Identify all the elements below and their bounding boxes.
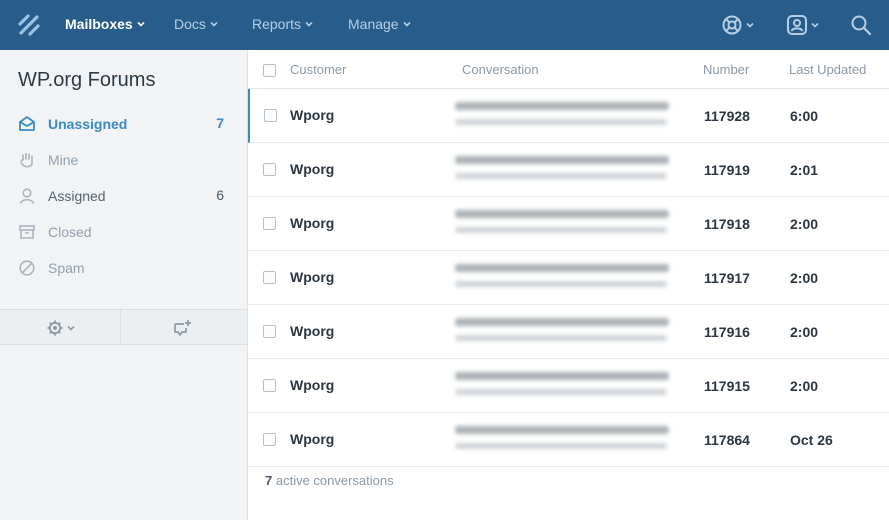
active-count-label: active conversations: [272, 473, 394, 488]
table-row[interactable]: Wporg 117915 2:00: [248, 359, 889, 413]
sidebar: WP.org Forums Unassigned 7 Mine Assigned…: [0, 50, 248, 520]
logo-icon[interactable]: [17, 13, 41, 37]
last-updated: Oct 26: [790, 432, 833, 448]
row-checkbox[interactable]: [263, 163, 276, 176]
nav-docs-label: Docs: [174, 16, 206, 32]
table-row[interactable]: Wporg 117919 2:01: [248, 143, 889, 197]
hand-icon: [20, 152, 33, 168]
column-header-number[interactable]: Number: [703, 62, 749, 77]
nav-manage[interactable]: Manage: [348, 16, 411, 32]
conversation-preview[interactable]: [455, 424, 671, 454]
conversation-number: 117918: [704, 216, 750, 232]
conversation-number: 117917: [704, 270, 750, 286]
mailbox-settings-button[interactable]: [46, 318, 75, 338]
sidebar-item-count: 7: [216, 115, 224, 131]
table-row[interactable]: Wporg 117918 2:00: [248, 197, 889, 251]
last-updated: 2:00: [790, 378, 819, 394]
new-conversation-icon: [174, 320, 191, 336]
chevron-down-icon: [67, 325, 75, 331]
sidebar-item-label: Assigned: [48, 188, 106, 204]
sidebar-item-unassigned[interactable]: Unassigned 7: [0, 109, 247, 139]
conversation-number: 117916: [704, 324, 750, 340]
sidebar-item-label: Unassigned: [48, 116, 128, 132]
chevron-down-icon: [210, 21, 218, 27]
nav-manage-label: Manage: [348, 16, 399, 32]
sidebar-item-label: Spam: [48, 260, 85, 276]
help-lifebuoy-icon: [722, 15, 742, 35]
gear-icon: [47, 320, 63, 336]
conversation-preview[interactable]: [455, 316, 671, 346]
sidebar-item-closed[interactable]: Closed: [0, 217, 247, 247]
last-updated: 6:00: [790, 108, 819, 124]
table-row[interactable]: Wporg 117917 2:00: [248, 251, 889, 305]
row-checkbox[interactable]: [263, 433, 276, 446]
table-row[interactable]: Wporg 117864 Oct 26: [248, 413, 889, 467]
sidebar-item-assigned[interactable]: Assigned 6: [0, 181, 247, 211]
customer-name: Wporg: [290, 269, 335, 285]
customer-name: Wporg: [290, 107, 335, 123]
chevron-down-icon: [746, 22, 754, 28]
conversation-number: 117928: [704, 108, 750, 124]
user-profile-icon: [787, 15, 807, 35]
nav-reports[interactable]: Reports: [252, 16, 313, 32]
sidebar-item-label: Mine: [48, 152, 79, 168]
profile-menu-button[interactable]: [786, 12, 819, 38]
customer-name: Wporg: [290, 323, 335, 339]
column-header-last-updated[interactable]: Last Updated: [789, 62, 866, 77]
active-conversations-summary: 7 active conversations: [265, 473, 394, 488]
last-updated: 2:01: [790, 162, 819, 178]
mailbox-title: WP.org Forums: [18, 69, 156, 91]
spam-icon: [19, 260, 35, 276]
customer-name: Wporg: [290, 377, 335, 393]
chevron-down-icon: [137, 21, 145, 27]
last-updated: 2:00: [790, 270, 819, 286]
sidebar-item-spam[interactable]: Spam: [0, 253, 247, 283]
customer-name: Wporg: [290, 161, 335, 177]
last-updated: 2:00: [790, 324, 819, 340]
chevron-down-icon: [811, 22, 819, 28]
row-checkbox[interactable]: [263, 217, 276, 230]
table-row[interactable]: Wporg 117916 2:00: [248, 305, 889, 359]
column-header-customer[interactable]: Customer: [290, 62, 346, 77]
conversation-preview[interactable]: [455, 100, 671, 130]
sidebar-footer: [0, 309, 247, 345]
new-conversation-button[interactable]: [172, 318, 192, 338]
chevron-down-icon: [305, 21, 313, 27]
conversation-number: 117864: [704, 432, 750, 448]
conversation-number: 117919: [704, 162, 750, 178]
table-row[interactable]: Wporg 117928 6:00: [248, 89, 889, 143]
select-all-checkbox[interactable]: [263, 64, 276, 77]
customer-name: Wporg: [290, 215, 335, 231]
row-checkbox[interactable]: [264, 109, 277, 122]
search-button[interactable]: [850, 12, 872, 38]
last-updated: 2:00: [790, 216, 819, 232]
inbox-icon: [19, 116, 35, 131]
row-checkbox[interactable]: [263, 325, 276, 338]
chevron-down-icon: [403, 21, 411, 27]
customer-name: Wporg: [290, 431, 335, 447]
sidebar-item-count: 6: [216, 187, 224, 203]
help-menu-button[interactable]: [721, 12, 754, 38]
row-checkbox[interactable]: [263, 379, 276, 392]
conversation-preview[interactable]: [455, 154, 671, 184]
row-checkbox[interactable]: [263, 271, 276, 284]
conversation-number: 117915: [704, 378, 750, 394]
conversation-preview[interactable]: [455, 370, 671, 400]
nav-reports-label: Reports: [252, 16, 302, 32]
nav-mailboxes-label: Mailboxes: [65, 16, 133, 32]
sidebar-item-mine[interactable]: Mine: [0, 145, 247, 175]
conversation-preview[interactable]: [455, 262, 671, 292]
conversation-preview[interactable]: [455, 208, 671, 238]
sidebar-item-label: Closed: [48, 224, 92, 240]
table-header: Customer Conversation Number Last Update…: [248, 50, 889, 89]
nav-mailboxes[interactable]: Mailboxes: [65, 16, 145, 32]
conversation-list: Customer Conversation Number Last Update…: [248, 50, 889, 520]
column-header-conversation[interactable]: Conversation: [462, 62, 539, 77]
footer-divider: [120, 310, 121, 345]
person-icon: [19, 188, 35, 204]
archive-icon: [19, 225, 35, 239]
nav-docs[interactable]: Docs: [174, 16, 218, 32]
top-navbar: Mailboxes Docs Reports Manage: [0, 0, 889, 50]
search-icon: [851, 15, 872, 36]
